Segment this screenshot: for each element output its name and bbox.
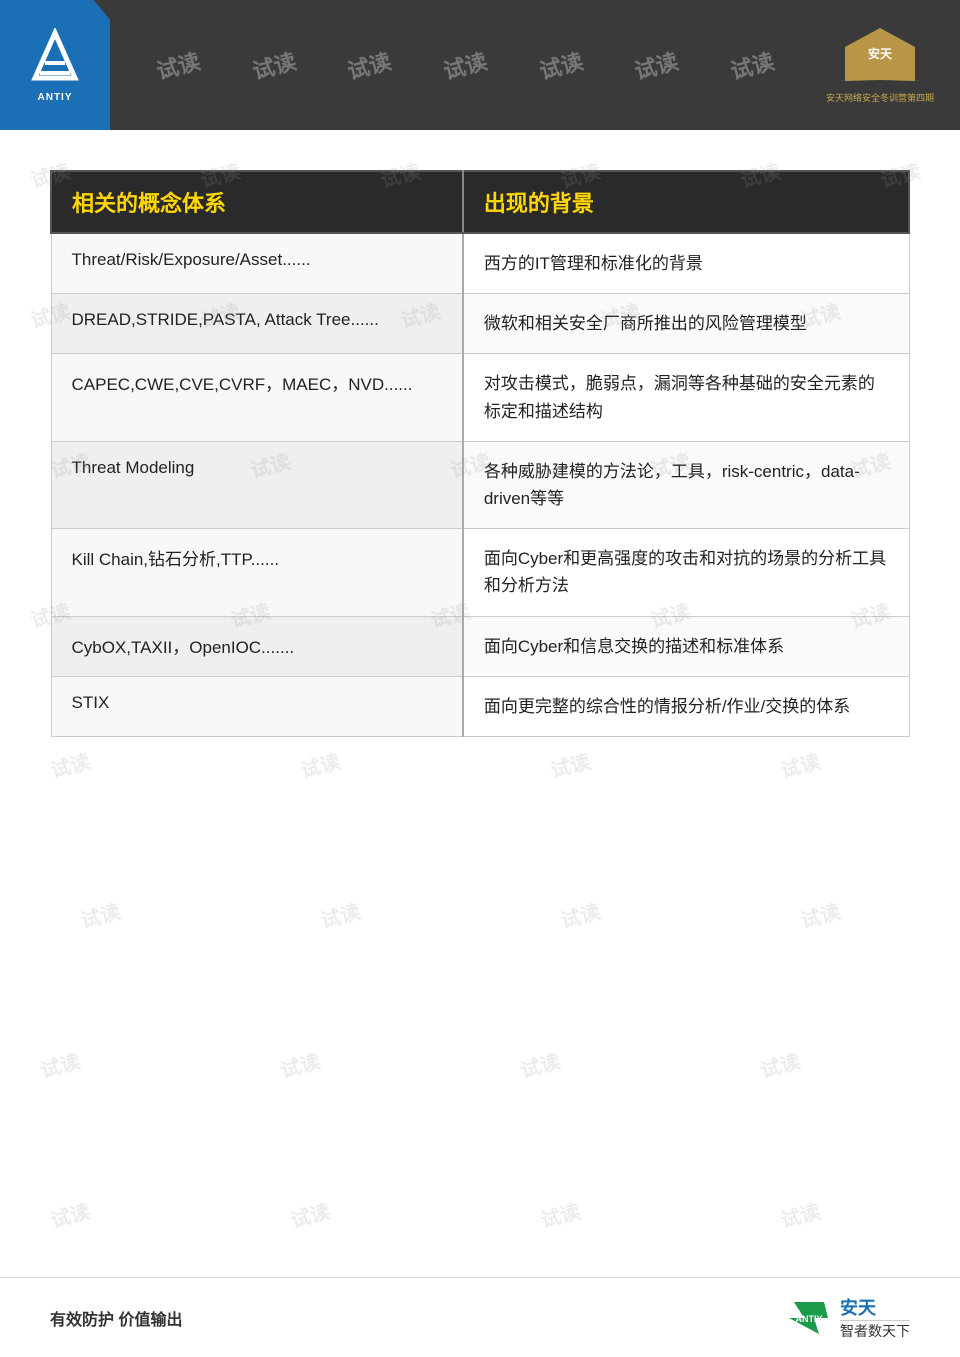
footer-logo: ANTIY 安天 智者数天下 (784, 1294, 910, 1341)
wm-6: 试读 (631, 44, 682, 86)
footer-left-text: 有效防护 价值输出 (50, 1306, 182, 1330)
table-row: STIX面向更完整的综合性的情报分析/作业/交换的体系 (51, 676, 909, 736)
wm-3: 试读 (344, 44, 395, 86)
table-row: Threat Modeling各种威胁建模的方法论，工具，risk-centri… (51, 441, 909, 528)
footer-right: ANTIY 安天 智者数天下 (784, 1294, 910, 1341)
right-cell-6: 面向更完整的综合性的情报分析/作业/交换的体系 (463, 676, 909, 736)
wm-5: 试读 (535, 44, 586, 86)
right-cell-5: 面向Cyber和信息交换的描述和标准体系 (463, 616, 909, 676)
concept-table: 相关的概念体系 出现的背景 Threat/Risk/Exposure/Asset… (50, 170, 910, 737)
right-cell-3: 各种威胁建模的方法论，工具，risk-centric，data-driven等等 (463, 441, 909, 528)
footer-logo-icon: ANTIY (784, 1300, 834, 1336)
footer: 有效防护 价值输出 ANTIY 安天 智者数天下 (0, 1277, 960, 1357)
left-cell-1: DREAD,STRIDE,PASTA, Attack Tree...... (51, 294, 463, 354)
svg-text:安天: 安天 (868, 46, 893, 61)
wm-2: 试读 (248, 44, 299, 86)
table-row: Threat/Risk/Exposure/Asset......西方的IT管理和… (51, 233, 909, 294)
footer-logo-part2: 智者数天下 (840, 1320, 910, 1341)
logo-text: ANTIY (38, 92, 73, 103)
left-cell-2: CAPEC,CWE,CVE,CVRF，MAEC，NVD...... (51, 354, 463, 441)
col2-header: 出现的背景 (463, 171, 909, 233)
wm-1: 试读 (152, 44, 203, 86)
header-watermarks: 试读 试读 试读 试读 试读 试读 试读 (110, 49, 820, 81)
antiy-brand: 安天 安天网络安全冬训营第四期 (826, 26, 934, 104)
main-content: 相关的概念体系 出现的背景 Threat/Risk/Exposure/Asset… (0, 130, 960, 1277)
table-row: DREAD,STRIDE,PASTA, Attack Tree......微软和… (51, 294, 909, 354)
table-row: CybOX,TAXII，OpenIOC.......面向Cyber和信息交换的描… (51, 616, 909, 676)
left-cell-0: Threat/Risk/Exposure/Asset...... (51, 233, 463, 294)
right-cell-2: 对攻击模式，脆弱点，漏洞等各种基础的安全元素的标定和描述结构 (463, 354, 909, 441)
left-cell-4: Kill Chain,钻石分析,TTP...... (51, 529, 463, 616)
col1-header: 相关的概念体系 (51, 171, 463, 233)
footer-logo-part1: 安天 (840, 1294, 910, 1320)
table-row: CAPEC,CWE,CVE,CVRF，MAEC，NVD......对攻击模式，脆… (51, 354, 909, 441)
wm-4: 试读 (440, 44, 491, 86)
antiy-logo-icon (25, 28, 85, 88)
header: ANTIY 试读 试读 试读 试读 试读 试读 试读 安天 安天网络安全冬训营第… (0, 0, 960, 130)
svg-text:ANTIY: ANTIY (796, 1314, 823, 1324)
right-cell-0: 西方的IT管理和标准化的背景 (463, 233, 909, 294)
table-row: Kill Chain,钻石分析,TTP......面向Cyber和更高强度的攻击… (51, 529, 909, 616)
right-cell-4: 面向Cyber和更高强度的攻击和对抗的场景的分析工具和分析方法 (463, 529, 909, 616)
left-cell-3: Threat Modeling (51, 441, 463, 528)
left-cell-6: STIX (51, 676, 463, 736)
wm-7: 试读 (727, 44, 778, 86)
brand-subtitle: 安天网络安全冬训营第四期 (826, 91, 934, 104)
left-cell-5: CybOX,TAXII，OpenIOC....... (51, 616, 463, 676)
right-cell-1: 微软和相关安全厂商所推出的风险管理模型 (463, 294, 909, 354)
header-logo-right: 安天 安天网络安全冬训营第四期 (820, 15, 940, 115)
logo-box: ANTIY (0, 0, 110, 130)
